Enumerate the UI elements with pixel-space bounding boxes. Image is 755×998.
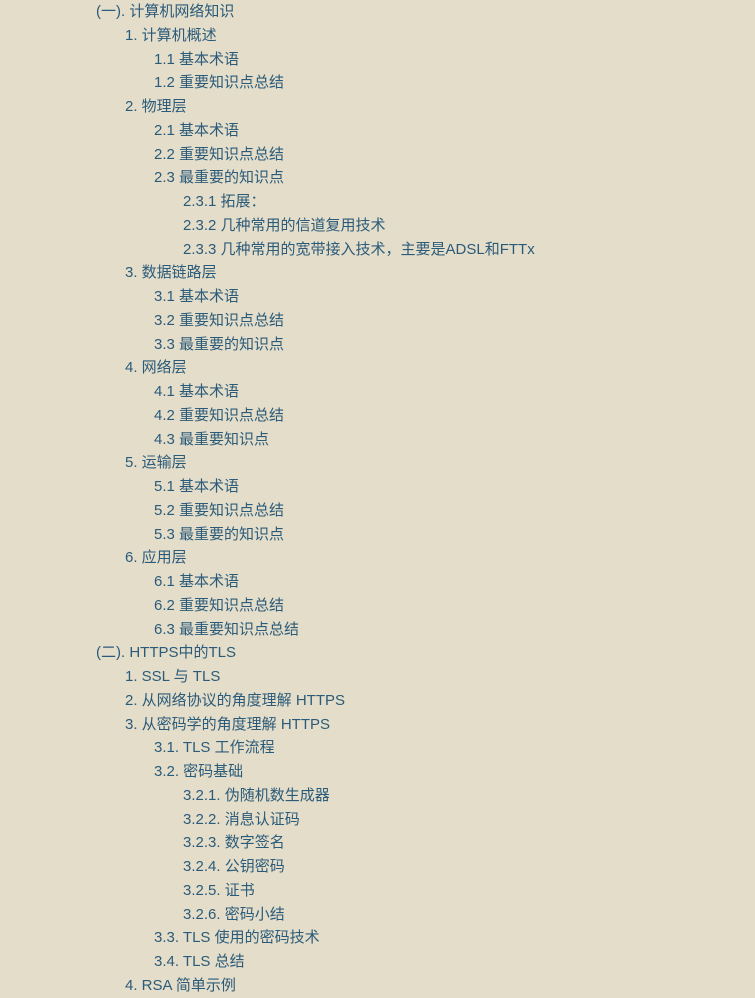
- toc-item: 1.1 基本术语: [96, 48, 755, 72]
- toc-item: 2.3 最重要的知识点: [96, 166, 755, 190]
- toc-item: 2. 从网络协议的角度理解 HTTPS: [96, 689, 755, 713]
- toc-item: 4.2 重要知识点总结: [96, 404, 755, 428]
- toc-link[interactable]: 3.3. TLS 使用的密码技术: [154, 927, 755, 949]
- toc-item: 3.2.4. 公钥密码: [96, 855, 755, 879]
- toc-link[interactable]: 2.1 基本术语: [154, 120, 755, 142]
- toc-link[interactable]: 2.3.2 几种常用的信道复用技术: [183, 215, 755, 237]
- toc-link[interactable]: 6.3 最重要知识点总结: [154, 619, 755, 641]
- toc-link[interactable]: (二). HTTPS中的TLS: [96, 642, 755, 664]
- toc-item: 3.2 重要知识点总结: [96, 309, 755, 333]
- toc-item: 3.2.1. 伪随机数生成器: [96, 784, 755, 808]
- toc-item: 3. 从密码学的角度理解 HTTPS: [96, 713, 755, 737]
- toc-link[interactable]: 2.2 重要知识点总结: [154, 144, 755, 166]
- toc-link[interactable]: 1.2 重要知识点总结: [154, 72, 755, 94]
- toc-link[interactable]: 4. 网络层: [125, 357, 755, 379]
- toc-item: (一). 计算机网络知识: [96, 0, 755, 24]
- toc-link[interactable]: 3.2. 密码基础: [154, 761, 755, 783]
- toc-link[interactable]: 3.3 最重要的知识点: [154, 334, 755, 356]
- toc-item: 3.3. TLS 使用的密码技术: [96, 926, 755, 950]
- toc-item: 4. 网络层: [96, 356, 755, 380]
- toc-link[interactable]: 4.3 最重要知识点: [154, 429, 755, 451]
- toc-link[interactable]: 6.1 基本术语: [154, 571, 755, 593]
- toc-link[interactable]: 1.1 基本术语: [154, 49, 755, 71]
- toc-item: 1. SSL 与 TLS: [96, 665, 755, 689]
- toc-link[interactable]: 3.1 基本术语: [154, 286, 755, 308]
- toc-link[interactable]: 5.3 最重要的知识点: [154, 524, 755, 546]
- toc-link[interactable]: 3.2 重要知识点总结: [154, 310, 755, 332]
- toc-item: 3.1 基本术语: [96, 285, 755, 309]
- toc-link[interactable]: 3.2.3. 数字签名: [183, 832, 755, 854]
- toc-link[interactable]: 2.3 最重要的知识点: [154, 167, 755, 189]
- toc-item: 3.1. TLS 工作流程: [96, 736, 755, 760]
- toc-link[interactable]: 3.1. TLS 工作流程: [154, 737, 755, 759]
- toc-link[interactable]: 5. 运输层: [125, 452, 755, 474]
- toc-item: 2.1 基本术语: [96, 119, 755, 143]
- toc-link[interactable]: 3.2.5. 证书: [183, 880, 755, 902]
- toc-item: 2. 物理层: [96, 95, 755, 119]
- toc-link[interactable]: 6. 应用层: [125, 547, 755, 569]
- toc-item: 1. 计算机概述: [96, 24, 755, 48]
- toc-link[interactable]: 3.2.1. 伪随机数生成器: [183, 785, 755, 807]
- toc-item: 3.2.6. 密码小结: [96, 903, 755, 927]
- toc-item: 5.3 最重要的知识点: [96, 523, 755, 547]
- toc-item: (二). HTTPS中的TLS: [96, 641, 755, 665]
- toc-item: 3.2.3. 数字签名: [96, 831, 755, 855]
- toc-link[interactable]: 2. 物理层: [125, 96, 755, 118]
- toc-item: 2.3.2 几种常用的信道复用技术: [96, 214, 755, 238]
- toc-item: 3.2.5. 证书: [96, 879, 755, 903]
- toc-item: 2.3.3 几种常用的宽带接入技术，主要是ADSL和FTTx: [96, 238, 755, 262]
- toc-item: 6. 应用层: [96, 546, 755, 570]
- toc-link[interactable]: 1. 计算机概述: [125, 25, 755, 47]
- toc-link[interactable]: 3.2.6. 密码小结: [183, 904, 755, 926]
- toc-item: 5.2 重要知识点总结: [96, 499, 755, 523]
- toc-item: 3.3 最重要的知识点: [96, 333, 755, 357]
- toc-item: 4.1 基本术语: [96, 380, 755, 404]
- toc-link[interactable]: 5.1 基本术语: [154, 476, 755, 498]
- toc-link[interactable]: (一). 计算机网络知识: [96, 1, 755, 23]
- toc-item: 4. RSA 简单示例: [96, 974, 755, 998]
- toc-item: 3.4. TLS 总结: [96, 950, 755, 974]
- toc-link[interactable]: 4. RSA 简单示例: [125, 975, 755, 997]
- toc-item: 3. 数据链路层: [96, 261, 755, 285]
- toc-item: 1.2 重要知识点总结: [96, 71, 755, 95]
- toc-item: 5. 运输层: [96, 451, 755, 475]
- toc-item: 3.2.2. 消息认证码: [96, 808, 755, 832]
- toc-item: 6.1 基本术语: [96, 570, 755, 594]
- toc-link[interactable]: 1. SSL 与 TLS: [125, 666, 755, 688]
- toc-link[interactable]: 2.3.3 几种常用的宽带接入技术，主要是ADSL和FTTx: [183, 239, 755, 261]
- toc-item: 5.1 基本术语: [96, 475, 755, 499]
- toc-item: 3.2. 密码基础: [96, 760, 755, 784]
- toc-item: 6.3 最重要知识点总结: [96, 618, 755, 642]
- toc-item: 2.2 重要知识点总结: [96, 143, 755, 167]
- toc-link[interactable]: 3.2.4. 公钥密码: [183, 856, 755, 878]
- toc-link[interactable]: 2.3.1 拓展：: [183, 191, 755, 213]
- toc-item: 2.3.1 拓展：: [96, 190, 755, 214]
- table-of-contents: (一). 计算机网络知识1. 计算机概述1.1 基本术语1.2 重要知识点总结2…: [0, 0, 755, 998]
- toc-link[interactable]: 4.1 基本术语: [154, 381, 755, 403]
- toc-link[interactable]: 3.4. TLS 总结: [154, 951, 755, 973]
- toc-item: 4.3 最重要知识点: [96, 428, 755, 452]
- toc-item: 6.2 重要知识点总结: [96, 594, 755, 618]
- toc-link[interactable]: 3. 数据链路层: [125, 262, 755, 284]
- toc-link[interactable]: 6.2 重要知识点总结: [154, 595, 755, 617]
- toc-link[interactable]: 5.2 重要知识点总结: [154, 500, 755, 522]
- toc-link[interactable]: 3.2.2. 消息认证码: [183, 809, 755, 831]
- toc-link[interactable]: 4.2 重要知识点总结: [154, 405, 755, 427]
- toc-link[interactable]: 3. 从密码学的角度理解 HTTPS: [125, 714, 755, 736]
- toc-link[interactable]: 2. 从网络协议的角度理解 HTTPS: [125, 690, 755, 712]
